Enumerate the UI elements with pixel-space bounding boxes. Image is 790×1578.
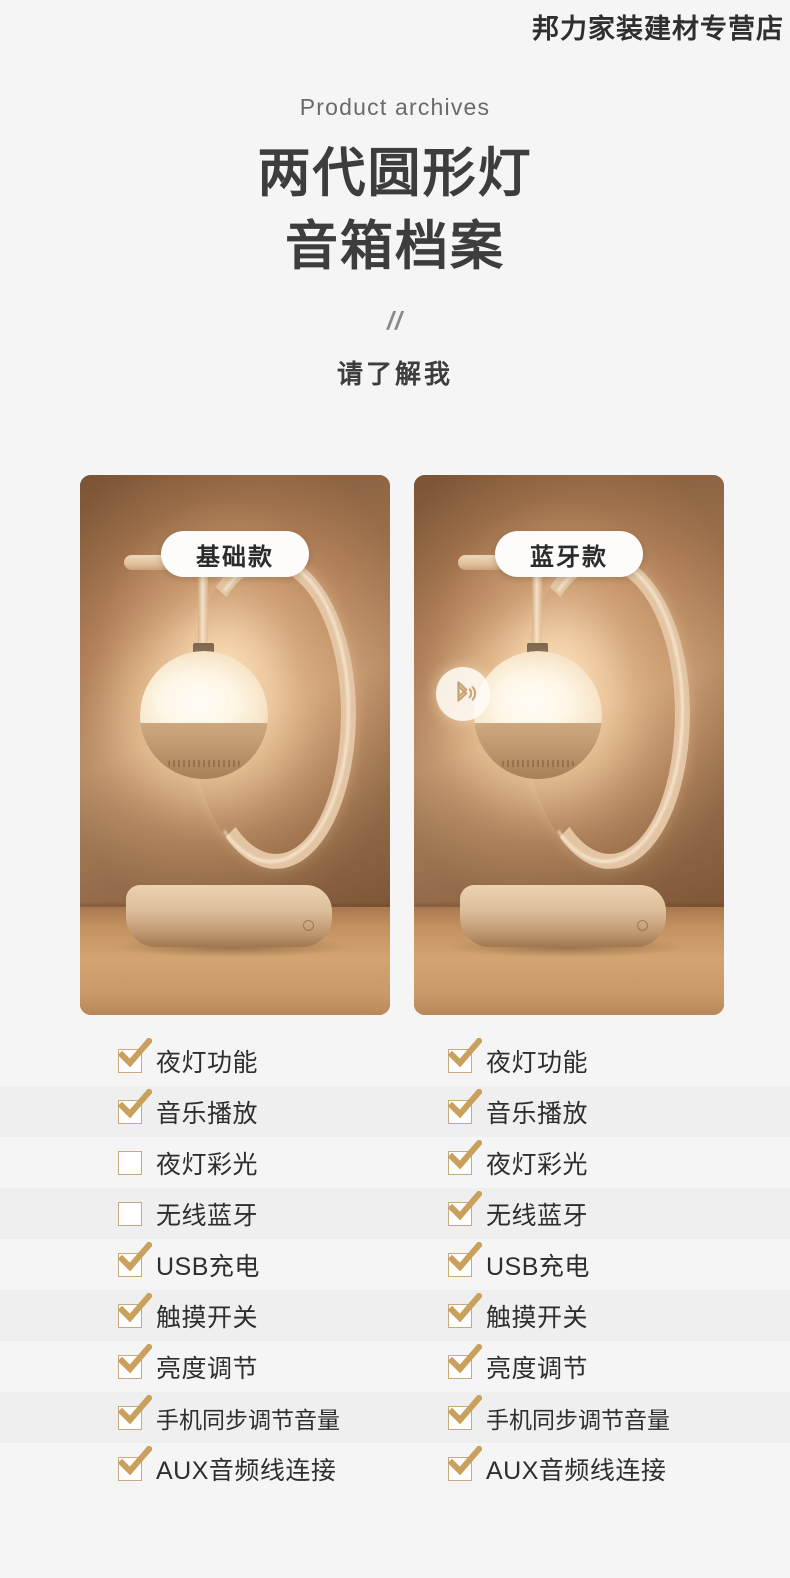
feature-cell-bluetooth: 音乐播放 [448,1086,768,1137]
feature-label: 无线蓝牙 [486,1201,589,1230]
lamp-product-bluetooth [444,543,696,957]
feature-cell-basic: 夜灯彩光 [118,1137,438,1188]
feature-label: AUX音频线连接 [156,1456,337,1485]
checkbox-checked-icon[interactable] [118,1292,152,1328]
title-block: Product archives 两代圆形灯 音箱档案 // 请了解我 [0,52,790,391]
feature-label: 手机同步调节音量 [486,1406,670,1433]
product-badge-basic: 基础款 [161,531,309,577]
feature-row: USB充电 USB充电 [0,1239,790,1290]
feature-row: 手机同步调节音量 手机同步调节音量 [0,1392,790,1443]
divider-slashes: // [387,307,403,336]
feature-row: 音乐播放 音乐播放 [0,1086,790,1137]
feature-cell-bluetooth: AUX音频线连接 [448,1443,768,1494]
feature-label: 亮度调节 [486,1354,589,1383]
product-badge-label: 基础款 [196,543,274,571]
feature-cell-bluetooth: 无线蓝牙 [448,1188,768,1239]
feature-label: 音乐播放 [156,1099,259,1128]
feature-cell-bluetooth: 夜灯彩光 [448,1137,768,1188]
feature-label: 夜灯功能 [486,1048,589,1077]
feature-cell-bluetooth: 亮度调节 [448,1341,768,1392]
checkbox-checked-icon[interactable] [118,1343,152,1379]
feature-cell-bluetooth: 触摸开关 [448,1290,768,1341]
checkbox-checked-icon[interactable] [448,1139,482,1175]
feature-label: USB充电 [156,1252,260,1281]
feature-cell-bluetooth: 夜灯功能 [448,1035,768,1086]
feature-label: 夜灯彩光 [486,1150,589,1179]
feature-cell-basic: USB充电 [118,1239,438,1290]
feature-cell-basic: 触摸开关 [118,1290,438,1341]
feature-row: 亮度调节 亮度调节 [0,1341,790,1392]
headline-line-2: 音箱档案 [285,217,505,277]
checkbox-checked-icon[interactable] [118,1088,152,1124]
checkbox-checked-icon[interactable] [448,1190,482,1226]
checkbox-checked-icon[interactable] [118,1445,152,1481]
feature-label: 触摸开关 [486,1303,589,1332]
feature-row: 夜灯彩光 夜灯彩光 [0,1137,790,1188]
speaker-sphere [140,651,268,779]
feature-label: 夜灯彩光 [156,1150,259,1179]
checkbox-unchecked-icon[interactable] [118,1201,142,1226]
base-power-icon [637,920,648,931]
lamp-base [460,885,666,947]
checkbox-checked-icon[interactable] [448,1088,482,1124]
checkbox-checked-icon[interactable] [118,1037,152,1073]
feature-row: 触摸开关 触摸开关 [0,1290,790,1341]
product-badge-label: 蓝牙款 [530,543,608,571]
feature-cell-basic: 夜灯功能 [118,1035,438,1086]
feature-label: 夜灯功能 [156,1048,259,1077]
checkbox-checked-icon[interactable] [448,1292,482,1328]
hanging-rod [198,565,208,649]
checkbox-checked-icon[interactable] [448,1037,482,1073]
feature-label: 手机同步调节音量 [156,1406,340,1433]
speaker-grille [502,760,574,768]
headline-line-1: 两代圆形灯 [257,144,533,203]
feature-cell-basic: AUX音频线连接 [118,1443,438,1494]
feature-row: AUX音频线连接 AUX音频线连接 [0,1443,790,1494]
feature-row: 无线蓝牙 无线蓝牙 [0,1188,790,1239]
checkbox-checked-icon[interactable] [448,1343,482,1379]
eyebrow-text: Product archives [299,94,491,120]
checkbox-checked-icon[interactable] [448,1241,482,1277]
feature-cell-bluetooth: 手机同步调节音量 [448,1392,768,1443]
feature-cell-basic: 亮度调节 [118,1341,438,1392]
shop-name: 邦力家装建材专营店 [532,13,784,44]
bluetooth-icon [436,667,490,721]
speaker-sphere [474,651,602,779]
feature-comparison-table: 夜灯功能 夜灯功能 音乐播放 音乐播放 夜灯彩光 夜灯彩光 无线蓝牙 无线蓝牙 USB充电 USB… [0,1035,790,1494]
lamp-product-basic [110,543,362,957]
feature-label: 无线蓝牙 [156,1201,259,1230]
product-photo-row: 基础款 蓝牙款 [80,475,724,1015]
feature-row: 夜灯功能 夜灯功能 [0,1035,790,1086]
hanging-rod [532,565,542,649]
product-detail-page: 邦力家装建材专营店 Product archives 两代圆形灯 音箱档案 //… [0,0,790,1578]
checkbox-checked-icon[interactable] [118,1394,152,1430]
base-power-icon [303,920,314,931]
feature-label: 音乐播放 [486,1099,589,1128]
feature-cell-basic: 手机同步调节音量 [118,1392,438,1443]
checkbox-checked-icon[interactable] [118,1241,152,1277]
checkbox-checked-icon[interactable] [448,1445,482,1481]
product-badge-bluetooth: 蓝牙款 [495,531,643,577]
tagline-text: 请了解我 [336,359,453,390]
feature-cell-basic: 无线蓝牙 [118,1188,438,1239]
product-card-bluetooth[interactable]: 蓝牙款 [414,475,724,1015]
product-card-basic[interactable]: 基础款 [80,475,390,1015]
lamp-base [126,885,332,947]
feature-label: 触摸开关 [156,1303,259,1332]
feature-label: USB充电 [486,1252,590,1281]
feature-cell-basic: 音乐播放 [118,1086,438,1137]
feature-cell-bluetooth: USB充电 [448,1239,768,1290]
shop-header: 邦力家装建材专营店 [0,0,790,52]
speaker-grille [168,760,240,768]
checkbox-checked-icon[interactable] [448,1394,482,1430]
feature-label: 亮度调节 [156,1354,259,1383]
checkbox-unchecked-icon[interactable] [118,1150,142,1175]
feature-label: AUX音频线连接 [486,1456,667,1485]
